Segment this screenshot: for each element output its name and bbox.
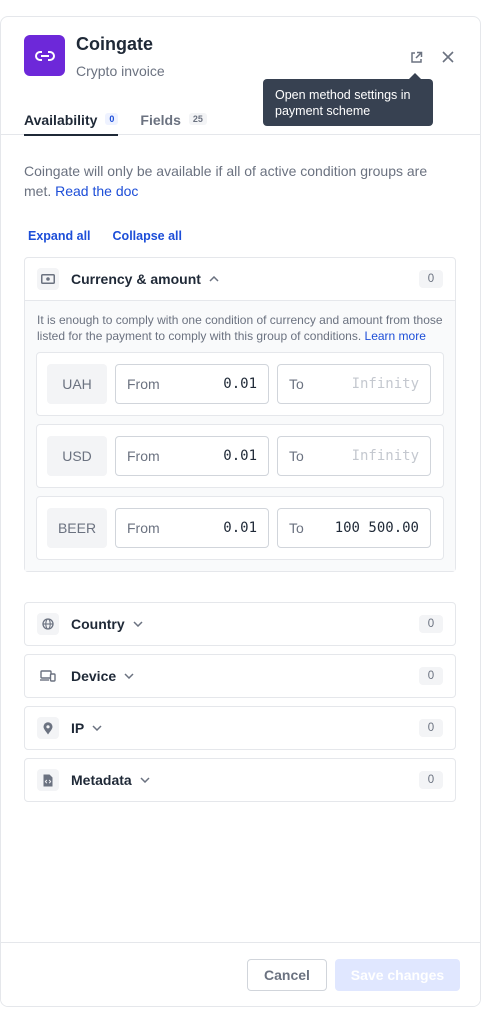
cancel-button[interactable]: Cancel: [247, 959, 327, 991]
group-label: Country: [71, 616, 125, 632]
from-label: From: [127, 448, 160, 464]
banknote-icon: [37, 268, 59, 290]
panel-footer: Cancel Save changes: [1, 942, 480, 1006]
currency-row: BEER From 0.01 To 100 500.00: [36, 496, 444, 560]
to-label: To: [289, 376, 304, 392]
read-the-doc-link[interactable]: Read the doc: [55, 183, 138, 199]
group-label: IP: [71, 720, 85, 736]
close-icon: [442, 51, 454, 63]
tab-count-badge: 0: [105, 113, 119, 125]
currency-code: BEER: [47, 508, 107, 548]
close-button[interactable]: [439, 48, 457, 66]
group-metadata: Metadata 0: [24, 758, 456, 802]
code-file-icon: [37, 769, 59, 791]
from-value: 0.01: [223, 448, 257, 464]
collapse-all-button[interactable]: Collapse all: [113, 229, 182, 243]
tab-count-badge: 25: [188, 113, 207, 125]
to-label: To: [289, 448, 304, 464]
from-value: 0.01: [223, 376, 257, 392]
group-header[interactable]: Currency & amount 0: [25, 258, 455, 300]
chevron-up-icon: [209, 276, 219, 282]
to-amount-input[interactable]: To Infinity: [277, 364, 431, 404]
tab-label: Fields: [140, 112, 181, 128]
currency-code: UAH: [47, 364, 107, 404]
group-header[interactable]: Country 0: [25, 603, 455, 645]
group-header[interactable]: IP 0: [25, 707, 455, 749]
from-amount-input[interactable]: From 0.01: [115, 508, 269, 548]
to-label: To: [289, 520, 304, 536]
from-label: From: [127, 520, 160, 536]
condition-panel: Coingate Crypto invoice Open method sett…: [0, 16, 481, 1007]
to-amount-input[interactable]: To 100 500.00: [277, 508, 431, 548]
external-link-icon: [410, 51, 422, 63]
chevron-down-icon: [140, 777, 150, 783]
group-ip: IP 0: [24, 706, 456, 750]
to-placeholder: Infinity: [351, 448, 419, 464]
group-count-badge: 0: [419, 615, 443, 633]
tab-bar: Availability 0 Fields 25: [24, 112, 207, 136]
open-method-settings-button[interactable]: [407, 48, 425, 66]
group-label: Metadata: [71, 772, 132, 788]
devices-icon: [37, 665, 59, 687]
group-country: Country 0: [24, 602, 456, 646]
from-amount-input[interactable]: From 0.01: [115, 436, 269, 476]
group-header[interactable]: Device 0: [25, 655, 455, 697]
currency-note: It is enough to comply with one conditio…: [36, 312, 444, 344]
tab-fields[interactable]: Fields 25: [140, 112, 207, 135]
group-count-badge: 0: [419, 667, 443, 685]
to-amount-input[interactable]: To Infinity: [277, 436, 431, 476]
link-logo-icon: [34, 50, 55, 61]
currency-code: USD: [47, 436, 107, 476]
from-amount-input[interactable]: From 0.01: [115, 364, 269, 404]
chevron-down-icon: [133, 621, 143, 627]
from-label: From: [127, 376, 160, 392]
from-value: 0.01: [223, 520, 257, 536]
method-subtitle: Crypto invoice: [76, 63, 165, 79]
tab-availability[interactable]: Availability 0: [24, 112, 119, 136]
group-device: Device 0: [24, 654, 456, 698]
group-count-badge: 0: [419, 719, 443, 737]
group-label: Device: [71, 668, 117, 684]
group-header[interactable]: Metadata 0: [25, 759, 455, 801]
group-count-badge: 0: [419, 771, 443, 789]
expand-collapse-actions: Expand all Collapse all: [28, 229, 182, 243]
availability-description: Coingate will only be available if all o…: [24, 161, 454, 201]
coingate-logo: [24, 35, 65, 76]
method-title: Coingate: [76, 34, 154, 54]
group-label: Currency & amount: [71, 271, 201, 287]
location-pin-icon: [37, 717, 59, 739]
group-count-badge: 0: [419, 270, 443, 288]
group-body: It is enough to comply with one conditio…: [25, 300, 455, 571]
globe-icon: [37, 613, 59, 635]
panel-header: Coingate Crypto invoice Open method sett…: [1, 17, 480, 136]
to-value: 100 500.00: [334, 520, 419, 536]
group-currency-amount: Currency & amount 0 It is enough to comp…: [24, 257, 456, 572]
to-placeholder: Infinity: [351, 376, 419, 392]
chevron-down-icon: [92, 725, 102, 731]
tab-label: Availability: [24, 112, 98, 128]
learn-more-link[interactable]: Learn more: [365, 329, 426, 343]
tooltip: Open method settings in payment scheme: [263, 73, 433, 126]
currency-row: USD From 0.01 To Infinity: [36, 424, 444, 488]
save-changes-button[interactable]: Save changes: [335, 959, 460, 991]
expand-all-button[interactable]: Expand all: [28, 229, 91, 243]
currency-row: UAH From 0.01 To Infinity: [36, 352, 444, 416]
chevron-down-icon: [124, 673, 134, 679]
